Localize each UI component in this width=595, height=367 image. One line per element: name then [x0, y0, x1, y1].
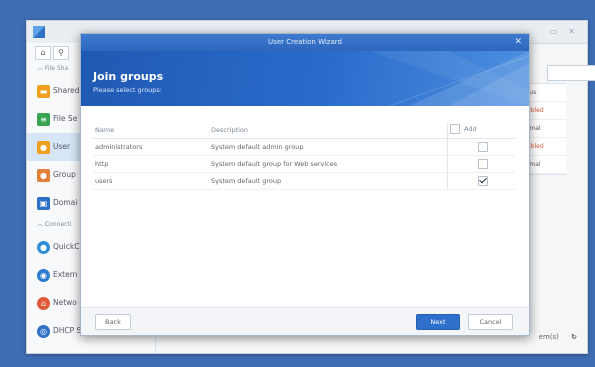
group-name: http — [93, 155, 209, 173]
group-icon: ● — [37, 169, 50, 182]
select-all-checkbox[interactable] — [450, 124, 460, 134]
add-cell — [447, 138, 515, 156]
search-input[interactable] — [547, 65, 595, 81]
user-creation-wizard: User Creation Wizard ✕ Join groups Pleas… — [80, 33, 530, 336]
table-row[interactable]: administrators System default admin grou… — [93, 138, 515, 156]
group-description: System default admin group — [209, 138, 448, 156]
table-row[interactable]: http System default group for Web servic… — [93, 155, 515, 173]
chevron-icon: ︿ — [37, 65, 45, 72]
wizard-step-title: Join groups — [93, 70, 164, 83]
back-button[interactable]: Back — [95, 314, 131, 330]
domain-icon: ▣ — [37, 197, 50, 210]
table-row[interactable]: users System default group — [93, 172, 515, 190]
banner-decoration — [369, 51, 529, 106]
cancel-button[interactable]: Cancel — [468, 314, 513, 330]
home-button[interactable]: ⌂ — [35, 46, 51, 60]
add-checkbox[interactable] — [477, 159, 488, 169]
add-cell — [447, 155, 515, 173]
column-header-description[interactable]: Description — [209, 122, 448, 139]
table-header-row: Name Description Add — [93, 122, 515, 139]
external-access-icon: ◉ — [37, 269, 50, 282]
file-services-icon: ≡ — [37, 113, 50, 126]
refresh-icon[interactable]: ↻ — [571, 333, 577, 341]
wizard-titlebar: User Creation Wizard ✕ — [81, 34, 529, 51]
app-logo-icon — [33, 26, 45, 38]
shared-folder-icon: ▬ — [37, 85, 50, 98]
next-button[interactable]: Next — [416, 314, 460, 330]
group-description: System default group for Web services — [209, 155, 448, 173]
search-button[interactable]: ⚲ — [53, 46, 69, 60]
wizard-window-title: User Creation Wizard — [268, 38, 342, 46]
chevron-icon: ︿ — [37, 221, 45, 228]
add-checkbox[interactable] — [477, 142, 488, 152]
add-checkbox-checked[interactable] — [477, 176, 488, 186]
add-label: Add — [464, 125, 477, 133]
groups-table: Name Description Add administrators Syst… — [93, 122, 515, 190]
wizard-footer: Back Next Cancel — [81, 307, 529, 335]
minimize-icon[interactable]: ▭ — [549, 27, 557, 36]
quickconnect-icon: ● — [37, 241, 50, 254]
group-name: administrators — [93, 138, 209, 156]
group-description: System default group — [209, 172, 448, 190]
item-count-footer: em(s) ↻ — [538, 333, 577, 341]
close-icon[interactable]: ✕ — [514, 34, 522, 51]
column-header-name[interactable]: Name — [93, 122, 209, 139]
close-icon[interactable]: ✕ — [568, 27, 575, 36]
wizard-header-banner: Join groups Please select groups: — [81, 51, 529, 106]
dhcp-server-icon: ◎ — [37, 325, 50, 338]
groups-table-container: Name Description Add administrators Syst… — [93, 122, 515, 190]
group-name: users — [93, 172, 209, 190]
network-icon: ⌂ — [37, 297, 50, 310]
user-icon: ● — [37, 141, 50, 154]
wizard-step-subtitle: Please select groups: — [93, 86, 162, 94]
add-cell — [447, 172, 515, 190]
column-header-add: Add — [447, 122, 515, 139]
